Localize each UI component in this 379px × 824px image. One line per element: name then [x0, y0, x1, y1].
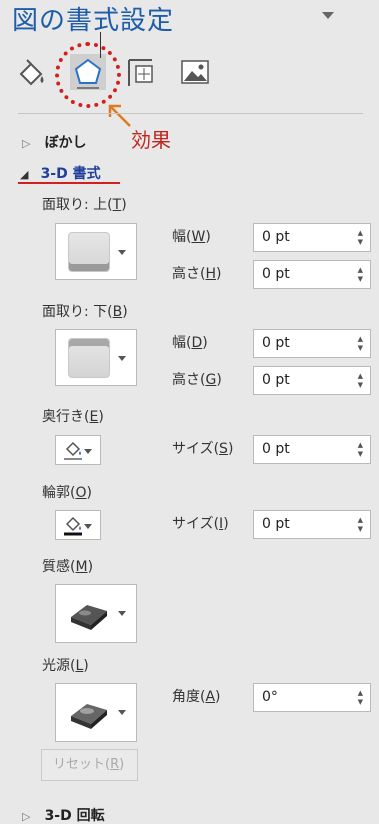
chevron-down-icon: [118, 250, 126, 255]
bevel-top-width-spinner[interactable]: 0 pt ▲ ▼: [253, 223, 371, 252]
chevron-down-icon: [84, 449, 92, 454]
section-3d-rotation[interactable]: ▷ 3-D 回転: [22, 805, 105, 824]
depth-color-dropdown[interactable]: [55, 435, 101, 465]
spin-down-icon[interactable]: ▼: [358, 450, 363, 458]
bevel-bottom-height-label: 高さ(G): [172, 372, 222, 388]
bevel-bottom-width-spinner[interactable]: 0 pt ▲ ▼: [253, 329, 371, 358]
bevel-top-dropdown[interactable]: [55, 223, 137, 280]
chevron-down-icon: [118, 611, 126, 616]
picture-icon: [181, 60, 209, 84]
reset-button[interactable]: リセット(R): [41, 749, 138, 781]
bevel-top-label: 面取り: 上(T): [42, 197, 127, 213]
spin-up-icon[interactable]: ▲: [358, 689, 363, 697]
spin-up-icon[interactable]: ▲: [358, 441, 363, 449]
lighting-preview-icon: [71, 704, 107, 729]
depth-size-spinner[interactable]: 0 pt ▲ ▼: [253, 435, 371, 464]
depth-label: 奥行き(E): [42, 409, 104, 425]
section-3d-format[interactable]: ◢ 3-D 書式: [20, 163, 101, 183]
bevel-top-height-spinner[interactable]: 0 pt ▲ ▼: [253, 260, 371, 289]
spin-up-icon[interactable]: ▲: [358, 229, 363, 237]
callout-arrow-icon: [108, 104, 131, 127]
material-preview-icon: [71, 605, 107, 630]
section-3d-format-title: 3-D 書式: [40, 166, 101, 182]
bevel-top-height-label: 高さ(H): [172, 266, 222, 282]
spin-down-icon[interactable]: ▼: [358, 275, 363, 283]
material-dropdown[interactable]: [55, 584, 137, 643]
contour-color-dropdown[interactable]: [55, 510, 101, 540]
contour-size-label: サイズ(I): [172, 516, 229, 532]
bevel-bottom-label: 面取り: 下(B): [42, 304, 128, 320]
lighting-label: 光源(L): [42, 658, 89, 674]
panel-title: 図の書式設定: [12, 6, 175, 36]
expand-triangle-icon: ▷: [22, 137, 31, 150]
chevron-down-icon: [118, 710, 126, 715]
section-blur-title: ぼかし: [44, 135, 87, 151]
contour-label: 輪郭(O): [42, 485, 92, 501]
spin-down-icon[interactable]: ▼: [358, 698, 363, 706]
lighting-dropdown[interactable]: [55, 683, 137, 742]
bevel-bottom-width-label: 幅(D): [172, 335, 208, 351]
spin-up-icon[interactable]: ▲: [358, 372, 363, 380]
material-label: 質感(M): [42, 559, 94, 575]
effects-callout-label: 効果: [131, 128, 171, 152]
tab-divider: [18, 113, 363, 114]
lighting-angle-label: 角度(A): [172, 689, 221, 705]
depth-size-label: サイズ(S): [172, 441, 234, 457]
paint-bucket-icon: [19, 59, 44, 86]
bevel-top-preview: [68, 232, 110, 272]
bevel-bottom-dropdown[interactable]: [55, 329, 137, 386]
chevron-down-icon: [118, 356, 126, 361]
spin-up-icon[interactable]: ▲: [358, 335, 363, 343]
expand-triangle-icon: ▷: [22, 810, 31, 823]
spin-down-icon[interactable]: ▼: [358, 381, 363, 389]
collapse-triangle-icon: ◢: [20, 168, 29, 181]
contour-size-spinner[interactable]: 0 pt ▲ ▼: [253, 510, 371, 539]
spin-up-icon[interactable]: ▲: [358, 266, 363, 274]
bevel-top-width-label: 幅(W): [172, 229, 211, 245]
section-blur[interactable]: ▷ ぼかし: [22, 132, 87, 152]
size-position-icon: [128, 59, 153, 86]
spin-down-icon[interactable]: ▼: [358, 525, 363, 533]
tab-fill-line[interactable]: [15, 54, 47, 90]
spin-up-icon[interactable]: ▲: [358, 516, 363, 524]
bevel-bottom-height-spinner[interactable]: 0 pt ▲ ▼: [253, 366, 371, 395]
spin-down-icon[interactable]: ▼: [358, 344, 363, 352]
chevron-down-icon: [84, 524, 92, 529]
highlight-ring: [55, 42, 121, 108]
bevel-bottom-preview: [68, 338, 110, 378]
spin-down-icon[interactable]: ▼: [358, 238, 363, 246]
section-3d-rotation-title: 3-D 回転: [44, 808, 105, 824]
tab-picture[interactable]: [180, 54, 212, 90]
panel-options-dropdown-icon[interactable]: [322, 12, 334, 19]
section-underline: [18, 182, 120, 184]
lighting-angle-spinner[interactable]: 0° ▲ ▼: [253, 683, 371, 712]
tab-size-properties[interactable]: [124, 54, 156, 90]
